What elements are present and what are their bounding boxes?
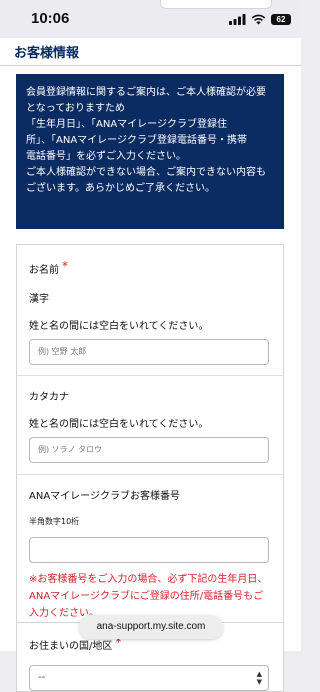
required-mark: * xyxy=(62,259,68,273)
notice-line: 会員登録情報に関するご案内は、ご本人様確認が必要 xyxy=(26,87,266,98)
kanji-name-input[interactable]: 例) 空野 太郎 xyxy=(29,339,269,365)
warning-line: ※お客様番号をご入力の場合、必ず下記の生年月日、 xyxy=(29,574,268,585)
select-arrows-icon: ▲ ▼ xyxy=(256,670,262,686)
kanji-hint: 姓と名の間には空白をいれてください。 xyxy=(29,321,209,332)
status-icons: 62 xyxy=(229,11,291,27)
page-content: お客様情報 会員登録情報に関するご案内は、ご本人様確認が必要 となっておりますた… xyxy=(0,38,301,692)
country-select[interactable]: -- ▲ ▼ xyxy=(29,665,269,691)
notice-box: 会員登録情報に関するご案内は、ご本人様確認が必要 となっておりますため 「生年月… xyxy=(16,74,284,229)
notice-line: 所」、「ANAマイレージクラブ登録電話番号・携帯 xyxy=(26,135,247,146)
field-divider xyxy=(17,375,283,376)
katakana-name-input[interactable]: 例) ソラノ タロウ xyxy=(29,437,269,463)
notice-line: ございます。あらかじめご了承ください。 xyxy=(26,183,215,194)
battery-icon: 62 xyxy=(271,13,291,25)
name-label: お名前 * xyxy=(29,259,68,276)
country-label: お住まいの国/地区 * xyxy=(29,635,121,652)
url-bar[interactable]: ana-support.my.site.com xyxy=(79,615,223,639)
kanji-label: 漢字 xyxy=(29,294,49,305)
katakana-label: カタカナ xyxy=(29,392,69,403)
warning-line: ANAマイレージクラブにご登録の住所/電話番号もご xyxy=(29,591,264,602)
name-label-text: お名前 xyxy=(29,265,59,276)
ana-number-label: ANAマイレージクラブお客様番号 xyxy=(29,491,180,502)
section-title: お客様情報 xyxy=(14,46,80,61)
country-select-value: -- xyxy=(38,672,46,683)
ana-number-input[interactable] xyxy=(29,537,269,563)
notice-line: 「生年月日」、「ANAマイレージクラブ登録住 xyxy=(26,119,227,130)
status-bar: 10:06 62 xyxy=(0,0,301,38)
notice-line: となっておりますため xyxy=(26,103,125,114)
customer-info-form: お名前 * 漢字 姓と名の間には空白をいれてください。 例) 空野 太郎 カタカナ… xyxy=(16,244,284,644)
status-time: 10:06 xyxy=(31,10,70,27)
signal-icon xyxy=(229,13,246,25)
notice-line: ご本人様確認ができない場合、ご案内できない内容も xyxy=(26,167,266,178)
ana-number-hint: 半角数字10桁 xyxy=(29,517,80,526)
notice-line: 電話番号」を必ずご入力ください。 xyxy=(26,151,186,162)
katakana-hint: 姓と名の間には空白をいれてください。 xyxy=(29,419,209,430)
country-label-text: お住まいの国/地区 xyxy=(29,641,113,652)
wifi-icon xyxy=(251,14,266,24)
field-divider xyxy=(17,474,283,475)
section-divider xyxy=(0,65,301,66)
top-edge-element xyxy=(160,0,272,9)
